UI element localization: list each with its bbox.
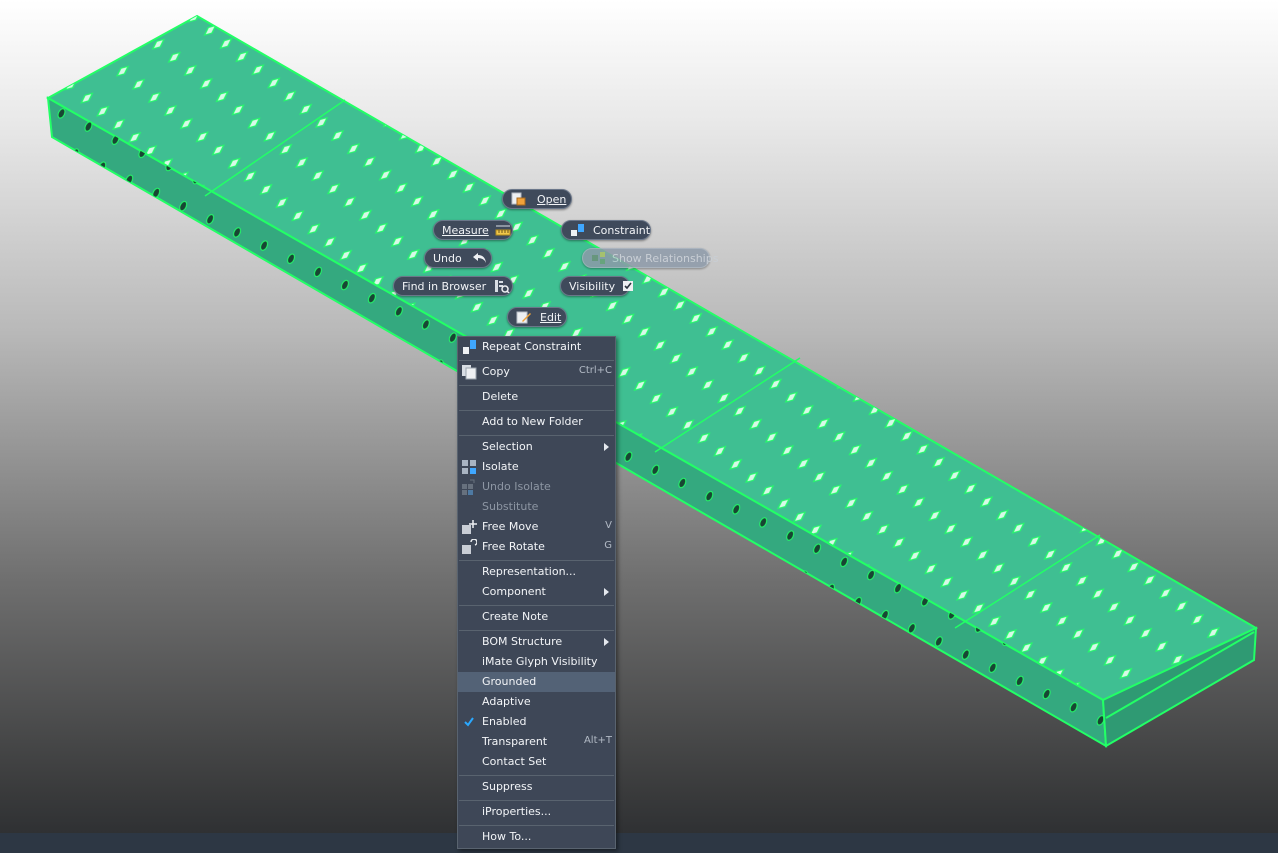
free-move-icon (461, 519, 477, 535)
isolate-icon (461, 459, 477, 475)
menu-item-free-rotate[interactable]: Free Rotate G (458, 537, 615, 557)
menu-item-contact-set[interactable]: Contact Set (458, 752, 615, 772)
status-bar (0, 833, 1278, 853)
menu-item-transparent[interactable]: Transparent Alt+T (458, 732, 615, 752)
menu-item-label: Selection (482, 440, 533, 453)
channel-top-holes (48, 16, 1256, 700)
menu-item-label: Representation... (482, 565, 577, 578)
open-label: Open (537, 192, 567, 206)
menu-item-imate-glyph-visibility[interactable]: iMate Glyph Visibility (458, 652, 615, 672)
menu-item-isolate[interactable]: Isolate (458, 457, 615, 477)
visibility-label: Visibility (569, 279, 616, 293)
menu-item-grounded[interactable]: Grounded (458, 672, 615, 692)
menu-item-label: BOM Structure (482, 635, 563, 648)
menu-item-label: Delete (482, 390, 519, 403)
menu-item-undo-isolate[interactable]: Undo Isolate (458, 477, 615, 497)
edit-button[interactable]: Edit (507, 307, 567, 327)
menu-item-label: Component (482, 585, 546, 598)
open-button[interactable]: Open (502, 189, 572, 209)
measure-icon (495, 223, 511, 237)
find-in-browser-label: Find in Browser (402, 279, 487, 293)
menu-item-label: Contact Set (482, 755, 547, 768)
menu-item-copy[interactable]: Copy Ctrl+C (458, 362, 615, 382)
menu-item-label: Add to New Folder (482, 415, 583, 428)
model-viewport[interactable] (0, 0, 1278, 853)
menu-item-label: How To... (482, 830, 532, 843)
find-in-browser-icon (494, 279, 510, 294)
menu-item-suppress[interactable]: Suppress (458, 777, 615, 797)
submenu-arrow-icon (604, 588, 609, 596)
menu-item-component[interactable]: Component (458, 582, 615, 602)
menu-item-substitute[interactable]: Substitute (458, 497, 615, 517)
menu-separator (459, 410, 614, 411)
menu-item-representation[interactable]: Representation... (458, 562, 615, 582)
constraint-icon (570, 223, 586, 237)
free-rotate-icon (461, 538, 478, 555)
menu-item-repeat-constraint[interactable]: Repeat Constraint (458, 337, 615, 357)
undo-icon (472, 251, 488, 265)
menu-item-label: Grounded (482, 675, 537, 688)
find-in-browser-button[interactable]: Find in Browser (393, 276, 513, 296)
menu-item-label: Substitute (482, 500, 539, 513)
edit-label: Edit (540, 310, 562, 324)
checkmark-icon (461, 714, 477, 730)
menu-item-shortcut: Ctrl+C (578, 365, 612, 376)
submenu-arrow-icon (604, 443, 609, 451)
menu-item-selection[interactable]: Selection (458, 437, 615, 457)
undo-button[interactable]: Undo (424, 248, 492, 268)
undo-label: Undo (433, 251, 462, 265)
menu-item-delete[interactable]: Delete (458, 387, 615, 407)
menu-item-label: Repeat Constraint (482, 340, 582, 353)
measure-button[interactable]: Measure (433, 220, 513, 240)
visibility-button[interactable]: Visibility (560, 276, 634, 296)
checkbox-icon (621, 279, 637, 293)
menu-item-label: Free Move (482, 520, 539, 533)
menu-separator (459, 560, 614, 561)
edit-icon (516, 310, 532, 324)
menu-item-label: Create Note (482, 610, 549, 623)
show-relationships-label: Show Relationships (612, 251, 719, 265)
show-relationships-button[interactable]: Show Relationships (582, 248, 718, 268)
menu-separator (459, 360, 614, 361)
menu-separator (459, 775, 614, 776)
menu-item-shortcut: G (604, 540, 612, 551)
menu-item-label: Isolate (482, 460, 519, 473)
menu-separator (459, 825, 614, 826)
constraint-label: Constraint (593, 223, 651, 237)
menu-item-iproperties[interactable]: iProperties... (458, 802, 615, 822)
menu-item-label: Transparent (482, 735, 548, 748)
context-menu: Repeat Constraint Copy Ctrl+C Delete Add… (457, 336, 616, 849)
menu-item-adaptive[interactable]: Adaptive (458, 692, 615, 712)
menu-item-label: Enabled (482, 715, 527, 728)
submenu-arrow-icon (604, 638, 609, 646)
menu-item-label: Free Rotate (482, 540, 545, 553)
relationships-icon (591, 251, 607, 265)
menu-item-shortcut: V (605, 520, 612, 531)
measure-label: Measure (442, 223, 489, 237)
menu-item-add-to-new-folder[interactable]: Add to New Folder (458, 412, 615, 432)
menu-separator (459, 630, 614, 631)
constraint-icon (461, 339, 477, 355)
menu-item-bom-structure[interactable]: BOM Structure (458, 632, 615, 652)
menu-item-shortcut: Alt+T (583, 735, 612, 746)
menu-item-create-note[interactable]: Create Note (458, 607, 615, 627)
menu-item-label: Copy (482, 365, 510, 378)
menu-item-label: Undo Isolate (482, 480, 551, 493)
menu-item-label: Suppress (482, 780, 533, 793)
undo-isolate-icon (461, 479, 477, 495)
menu-separator (459, 435, 614, 436)
menu-separator (459, 605, 614, 606)
copy-icon (461, 364, 477, 380)
menu-separator (459, 385, 614, 386)
menu-item-free-move[interactable]: Free Move V (458, 517, 615, 537)
open-icon (511, 192, 527, 206)
constraint-button[interactable]: Constraint (561, 220, 651, 240)
menu-separator (459, 800, 614, 801)
menu-item-enabled[interactable]: Enabled (458, 712, 615, 732)
menu-item-how-to[interactable]: How To... (458, 827, 615, 847)
menu-item-label: iMate Glyph Visibility (482, 655, 598, 668)
menu-item-label: iProperties... (482, 805, 552, 818)
menu-item-label: Adaptive (482, 695, 531, 708)
